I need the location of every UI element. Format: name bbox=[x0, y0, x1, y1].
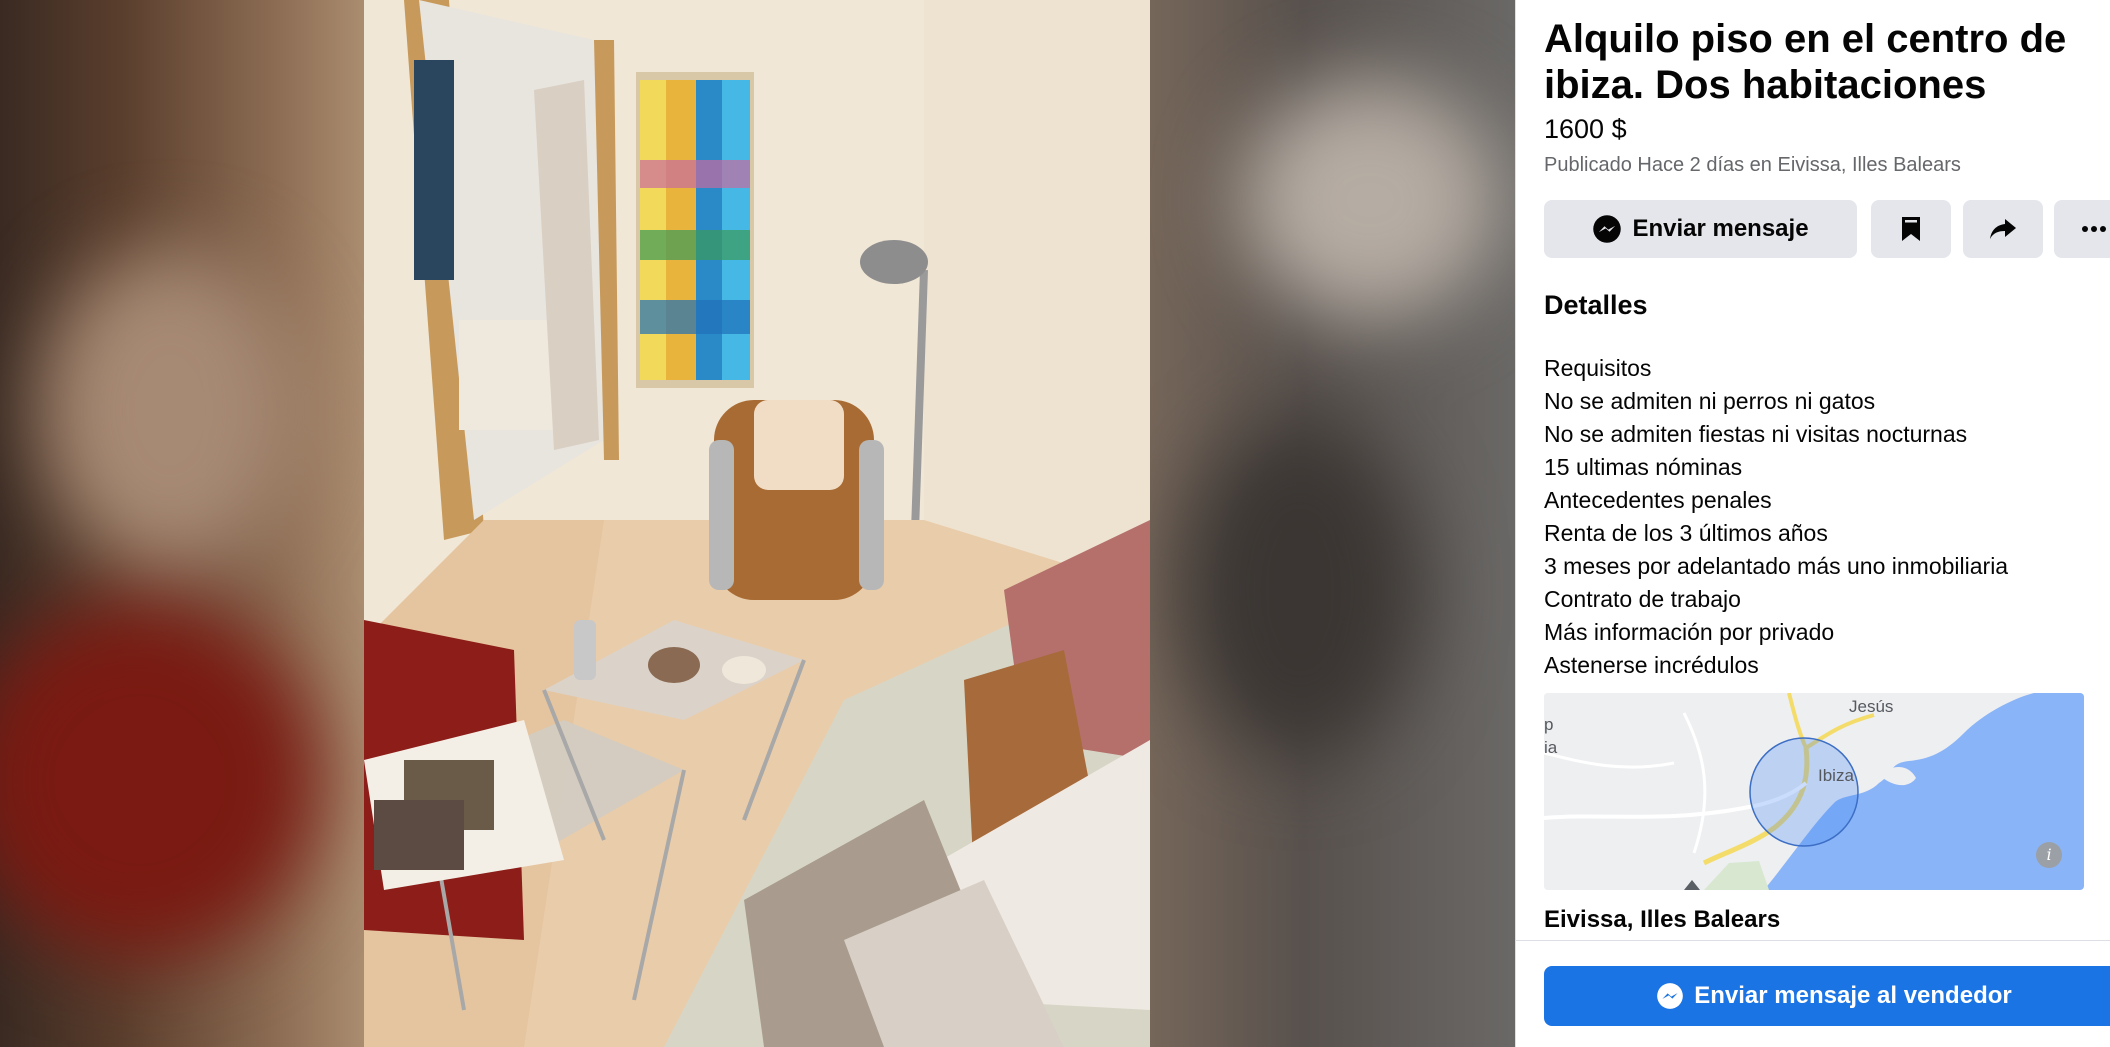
send-message-label: Enviar mensaje bbox=[1632, 215, 1809, 242]
messenger-icon bbox=[1657, 983, 1684, 1009]
send-message-button[interactable]: Enviar mensaje bbox=[1544, 200, 1857, 258]
map-info-icon[interactable]: i bbox=[2036, 842, 2062, 868]
share-icon bbox=[1990, 219, 2016, 239]
photo-viewer bbox=[0, 0, 1515, 1047]
published-prefix: Publicado Hace 2 días en bbox=[1544, 154, 1778, 176]
map-label-edge-2: ia bbox=[1544, 738, 1558, 757]
message-seller-label: Enviar mensaje al vendedor bbox=[1694, 982, 2012, 1009]
location-map[interactable]: Jesús Ibiza p ia i bbox=[1544, 693, 2084, 890]
listing-title: Alquilo piso en el centro de ibiza. Dos … bbox=[1544, 17, 2067, 107]
map-location-label: Eivissa, Illes Balears bbox=[1544, 906, 1781, 933]
more-icon bbox=[2082, 226, 2106, 232]
map-label-ibiza: Ibiza bbox=[1818, 766, 1854, 785]
save-button[interactable] bbox=[1871, 200, 1951, 258]
listing-details-panel: Alquilo piso en el centro de ibiza. Dos … bbox=[1515, 0, 2110, 1047]
listing-details-scroll[interactable]: Alquilo piso en el centro de ibiza. Dos … bbox=[1516, 0, 2110, 940]
description-line: 15 ultimas nóminas bbox=[1544, 454, 1743, 480]
messenger-icon bbox=[1593, 215, 1622, 243]
share-button[interactable] bbox=[1963, 200, 2043, 258]
description-line: Renta de los 3 últimos años bbox=[1544, 520, 1828, 546]
map-label-edge-1: p bbox=[1544, 715, 1554, 734]
description-line: Astenerse incrédulos bbox=[1544, 652, 1759, 678]
description-line: Antecedentes penales bbox=[1544, 487, 1772, 513]
map-graphic bbox=[1544, 693, 2084, 890]
map-label-jesus: Jesús bbox=[1849, 697, 1894, 716]
description-line: Requisitos bbox=[1544, 355, 1652, 381]
listing-price: 1600 $ bbox=[1544, 114, 1627, 144]
description-line: Contrato de trabajo bbox=[1544, 586, 1741, 612]
living-room-photo bbox=[364, 0, 1150, 1047]
description-line: Más información por privado bbox=[1544, 619, 1835, 645]
panel-footer: Enviar mensaje al vendedor bbox=[1516, 940, 2110, 1047]
listing-photo[interactable] bbox=[364, 0, 1150, 1047]
details-heading: Detalles bbox=[1544, 290, 1648, 320]
published-info: Publicado Hace 2 días en Eivissa, Illes … bbox=[1544, 154, 1961, 177]
published-location-link[interactable]: Eivissa, Illes Balears bbox=[1778, 154, 1961, 176]
more-options-button[interactable] bbox=[2054, 200, 2110, 258]
description-line: No se admiten ni perros ni gatos bbox=[1544, 388, 1876, 414]
message-seller-button[interactable]: Enviar mensaje al vendedor bbox=[1544, 966, 2110, 1026]
description-line: 3 meses por adelantado más uno inmobilia… bbox=[1544, 553, 2009, 579]
listing-description: Requisitos No se admiten ni perros ni ga… bbox=[1544, 352, 2104, 682]
description-line: No se admiten fiestas ni visitas nocturn… bbox=[1544, 421, 1968, 447]
bookmark-icon bbox=[1902, 217, 1920, 241]
